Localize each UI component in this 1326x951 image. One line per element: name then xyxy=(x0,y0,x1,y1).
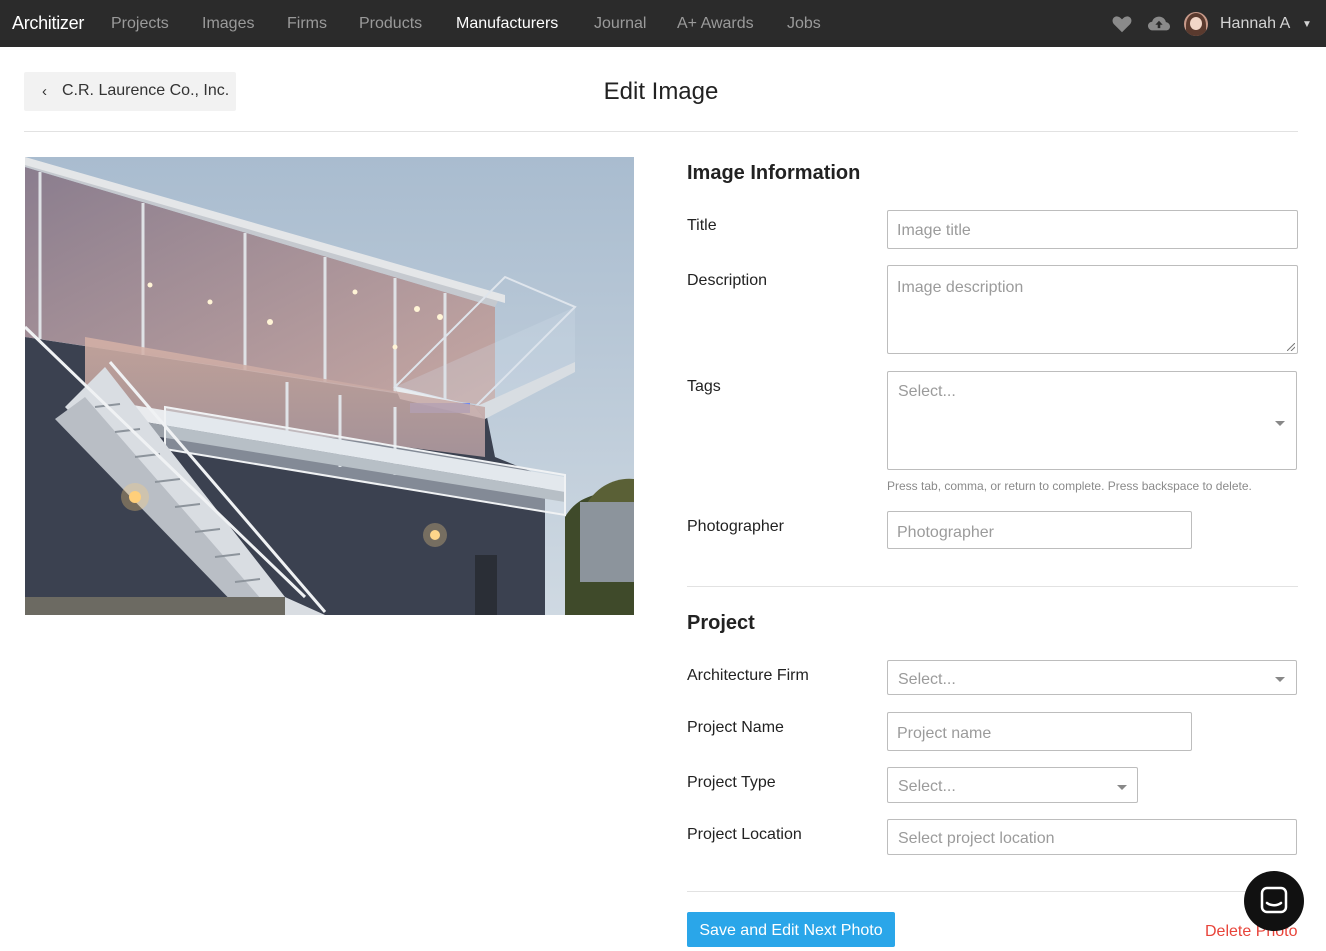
project-location-label: Project Location xyxy=(687,826,802,843)
nav-item-manufacturers[interactable]: Manufacturers xyxy=(456,15,558,33)
description-placeholder: Image description xyxy=(897,279,1024,296)
tags-hint: Press tab, comma, or return to complete.… xyxy=(887,479,1252,493)
avatar-face xyxy=(1190,17,1202,30)
firm-label: Architecture Firm xyxy=(687,667,809,684)
section-divider xyxy=(687,891,1298,892)
resize-grip-icon[interactable] xyxy=(1287,343,1295,351)
tags-label: Tags xyxy=(687,378,721,395)
title-input[interactable]: Image title xyxy=(887,210,1298,249)
nav-item-projects[interactable]: Projects xyxy=(111,15,169,33)
page-title: Edit Image xyxy=(603,78,719,105)
firm-placeholder: Select... xyxy=(898,671,956,688)
photographer-placeholder: Photographer xyxy=(897,524,994,541)
project-type-select[interactable]: Select... xyxy=(887,767,1138,803)
image-preview xyxy=(25,157,634,615)
architecture-firm-select[interactable]: Select... xyxy=(887,660,1297,695)
section-title-image-info: Image Information xyxy=(687,162,861,184)
house-photo xyxy=(25,157,634,615)
nav-item-firms[interactable]: Firms xyxy=(287,15,327,33)
project-location-placeholder: Select project location xyxy=(898,830,1055,847)
top-nav: Architizer Projects Images Firms Product… xyxy=(0,0,1326,47)
nav-item-journal[interactable]: Journal xyxy=(594,15,646,33)
caret-down-icon[interactable] xyxy=(1117,785,1127,790)
chat-icon xyxy=(1260,886,1288,914)
project-name-label: Project Name xyxy=(687,719,784,736)
save-button-label: Save and Edit Next Photo xyxy=(699,922,883,939)
nav-item-awards[interactable]: A+ Awards xyxy=(677,15,754,33)
photographer-input[interactable]: Photographer xyxy=(887,511,1192,549)
upload-cloud-icon[interactable] xyxy=(1147,13,1171,35)
logo[interactable]: Architizer xyxy=(12,13,84,34)
section-divider xyxy=(687,586,1298,587)
header-divider xyxy=(24,131,1298,132)
description-label: Description xyxy=(687,272,768,289)
tags-select[interactable]: Select... xyxy=(887,371,1297,470)
nav-item-jobs[interactable]: Jobs xyxy=(787,15,821,33)
title-input-placeholder: Image title xyxy=(897,222,971,239)
nav-item-images[interactable]: Images xyxy=(202,15,254,33)
nav-item-products[interactable]: Products xyxy=(359,15,422,33)
project-location-input[interactable]: Select project location xyxy=(887,819,1297,855)
heart-icon[interactable] xyxy=(1111,13,1133,35)
project-type-label: Project Type xyxy=(687,774,776,791)
description-textarea[interactable]: Image description xyxy=(887,265,1298,354)
chat-launcher-button[interactable] xyxy=(1244,871,1304,931)
user-name[interactable]: Hannah A xyxy=(1220,15,1290,33)
caret-down-icon[interactable] xyxy=(1275,677,1285,682)
tags-placeholder: Select... xyxy=(898,383,956,400)
caret-down-icon[interactable]: ▼ xyxy=(1302,19,1312,30)
photographer-label: Photographer xyxy=(687,518,784,535)
title-label: Title xyxy=(687,217,717,234)
caret-down-icon[interactable] xyxy=(1275,421,1285,426)
project-type-placeholder: Select... xyxy=(898,778,956,795)
save-and-edit-next-button[interactable]: Save and Edit Next Photo xyxy=(687,912,895,947)
project-name-input[interactable]: Project name xyxy=(887,712,1192,751)
avatar[interactable] xyxy=(1184,12,1208,36)
section-title-project: Project xyxy=(687,612,755,634)
project-name-placeholder: Project name xyxy=(897,725,992,742)
